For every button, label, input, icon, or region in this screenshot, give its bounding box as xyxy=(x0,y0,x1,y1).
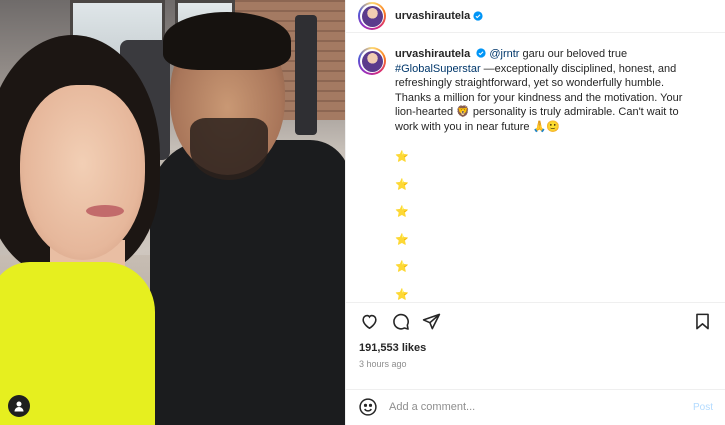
caption-star: ⭐ xyxy=(395,288,409,301)
caption-body: garu our beloved true xyxy=(519,48,628,61)
avatar[interactable] xyxy=(358,47,386,76)
caption-star: ⭐ xyxy=(395,233,409,246)
post-sidebar: urvashirautela urvashirautela @jrntr gar… xyxy=(345,0,725,425)
comment-icon xyxy=(392,314,409,331)
photo-gym-machine xyxy=(295,15,317,135)
share-button[interactable] xyxy=(421,312,441,332)
comment-input[interactable] xyxy=(389,401,693,414)
photo-woman-face xyxy=(20,85,145,260)
caption-mention-link[interactable]: @jrntr xyxy=(489,48,519,60)
post-photo[interactable] xyxy=(0,0,345,425)
avatar-image xyxy=(361,5,383,27)
share-icon xyxy=(422,313,440,330)
caption-star: ⭐ xyxy=(395,261,409,274)
header-username[interactable]: urvashirautela xyxy=(395,10,470,22)
tagged-users-button[interactable] xyxy=(8,395,30,417)
verified-badge-icon xyxy=(473,11,483,21)
post-comment-button[interactable]: Post xyxy=(693,402,713,413)
like-button[interactable] xyxy=(359,312,379,332)
verified-badge-icon xyxy=(476,48,486,58)
comment-button[interactable] xyxy=(390,312,410,332)
caption-hashtag-link[interactable]: #GlobalSuperstar xyxy=(395,63,481,75)
caption-star: ⭐ xyxy=(395,151,409,164)
photo-man-beard xyxy=(190,118,268,180)
caption-text: urvashirautela @jrntr garu our beloved t… xyxy=(395,47,695,302)
post-modal: urvashirautela urvashirautela @jrntr gar… xyxy=(0,0,725,425)
caption-area: urvashirautela @jrntr garu our beloved t… xyxy=(346,33,725,302)
caption-star-list: ⭐ ⭐ ⭐ ⭐ ⭐ ⭐ xyxy=(395,150,695,302)
avatar-image xyxy=(361,50,383,72)
save-button[interactable] xyxy=(692,312,712,332)
post-header: urvashirautela xyxy=(346,0,725,34)
person-icon xyxy=(14,401,24,412)
like-count[interactable]: 191,553 likes xyxy=(346,340,725,355)
comment-box: Post xyxy=(346,388,725,425)
post-actions xyxy=(346,302,725,340)
photo-man-shirt xyxy=(150,140,345,425)
bookmark-icon xyxy=(695,313,709,330)
caption-username[interactable]: urvashirautela xyxy=(395,48,470,60)
post-timestamp[interactable]: 3 hours ago xyxy=(346,356,725,377)
avatar[interactable] xyxy=(358,2,386,31)
photo-man-hair xyxy=(163,12,291,70)
heart-icon xyxy=(361,315,377,330)
emoji-icon[interactable] xyxy=(358,397,378,417)
caption-star: ⭐ xyxy=(395,206,409,219)
photo-woman-lips xyxy=(86,205,124,217)
caption-star: ⭐ xyxy=(395,178,409,191)
